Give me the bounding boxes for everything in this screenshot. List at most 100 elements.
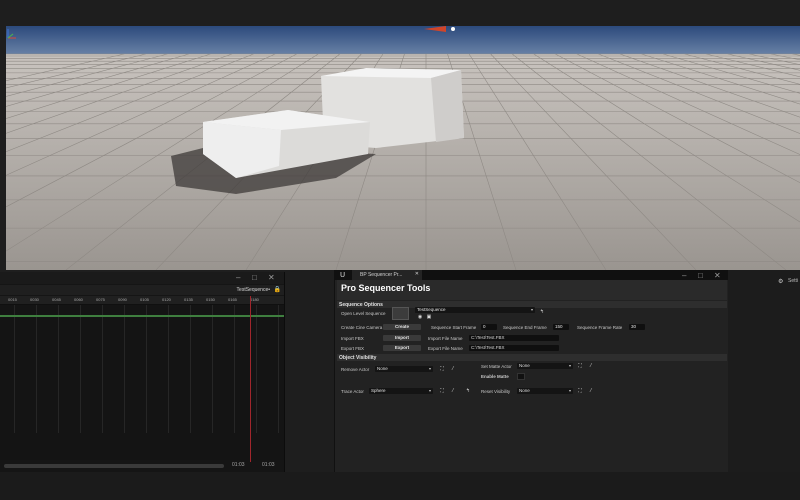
import-fbx-label: Import FBX [341, 336, 364, 341]
create-button[interactable]: Create [383, 324, 421, 330]
timeline-grid-line [234, 305, 235, 433]
ruler-tick-label: 0030 [30, 297, 39, 302]
ruler-tick-label: 0165 [228, 297, 237, 302]
sky [6, 26, 800, 56]
dropdown-value: None [519, 363, 530, 368]
reset-arrow-icon[interactable]: ↰ [465, 388, 471, 394]
time-ruler[interactable]: 0015 0030 0045 0060 0075 0090 0105 0120 0135 0150… [0, 296, 284, 305]
current-time: 01:03 [232, 462, 245, 468]
dropdown-value: None [519, 388, 530, 393]
eyedropper-icon[interactable]: ⁄ [588, 363, 594, 369]
open-level-sequence-label: Open Level Sequence [341, 311, 386, 316]
ruler-tick-label: 0075 [96, 297, 105, 302]
reset-arrow-icon[interactable]: ↰ [539, 309, 545, 315]
close-icon[interactable]: ✕ [714, 271, 721, 280]
section-title: Object Visibility [339, 355, 377, 361]
chevron-down-icon: ▾ [530, 307, 533, 312]
minimize-icon[interactable]: – [682, 271, 686, 280]
large-box-side [431, 70, 464, 142]
select-actor-icon[interactable]: ⛶ [439, 388, 445, 394]
ruler-tick-label: 0150 [206, 297, 215, 302]
ruler-tick-label: 0060 [74, 297, 83, 302]
dropdown-value: TestSequence [417, 307, 446, 312]
import-button[interactable]: Import [383, 335, 421, 341]
ruler-tick-label: 0135 [184, 297, 193, 302]
maximize-icon[interactable]: □ [252, 273, 257, 282]
details-panel-strip: ⚙ Setti [728, 270, 800, 472]
eyedropper-icon[interactable]: ⁄ [450, 388, 456, 394]
enable-matte-checkbox[interactable] [517, 373, 525, 380]
ruler-tick-label: 0045 [52, 297, 61, 302]
level-sequence-thumbnail[interactable] [392, 307, 409, 320]
select-actor-icon[interactable]: ⛶ [577, 363, 583, 369]
maximize-icon[interactable]: □ [698, 271, 703, 280]
minimize-icon[interactable]: – [236, 273, 240, 282]
dropdown-value: Sphere [371, 388, 386, 393]
light-actor-icon[interactable] [451, 27, 455, 31]
gear-icon[interactable]: ⚙ [778, 278, 783, 285]
level-sequence-dropdown[interactable]: TestSequence ▾ [415, 307, 535, 313]
level-viewport[interactable] [6, 26, 800, 270]
export-file-name-input[interactable]: C:\Test\Test.FBX [469, 345, 559, 351]
eyedropper-icon[interactable]: ⁄ [588, 388, 594, 394]
set-matte-actor-dropdown[interactable]: None ▾ [517, 363, 573, 369]
ruler-tick-label: 0105 [140, 297, 149, 302]
end-frame-input[interactable]: 150 [553, 324, 569, 330]
pro-sequencer-tools-panel: Pro Sequencer Tools Sequence Options Ope… [334, 280, 729, 472]
timeline-grid-line [256, 305, 257, 433]
ruler-tick-label: 0180 [250, 297, 259, 302]
timeline-grid-line [102, 305, 103, 433]
trace-actor-label: Trace Actor [341, 389, 364, 394]
timeline-grid-line [168, 305, 169, 433]
export-button[interactable]: Export [383, 345, 421, 351]
import-file-name-input[interactable]: C:\Test\Test.FBX [469, 335, 559, 341]
track-area[interactable] [0, 305, 284, 460]
object-visibility-header[interactable]: Object Visibility [337, 354, 727, 361]
lock-icon[interactable]: 🔒 [274, 286, 281, 293]
select-actor-icon[interactable]: ⛶ [439, 366, 445, 372]
frame-rate-input[interactable]: 30 [629, 324, 645, 330]
timeline-grid-line [212, 305, 213, 433]
bottom-bar [0, 472, 800, 500]
timeline-header: TestSequence• 🔒 [0, 285, 284, 295]
panel-title: Pro Sequencer Tools [337, 280, 727, 300]
tab-bp-sequencer[interactable]: BP Sequencer Pr... ✕ [352, 270, 422, 280]
ruler-tick-label: 0120 [162, 297, 171, 302]
tab-label: BP Sequencer Pr... [360, 272, 403, 278]
chevron-down-icon: ▾ [428, 388, 431, 393]
start-frame-input[interactable]: 0 [481, 324, 497, 330]
unreal-logo-icon: ᑌ [340, 272, 346, 279]
timeline-grid-line [190, 305, 191, 433]
export-fbx-label: Export FBX [341, 346, 365, 351]
eyedropper-icon[interactable]: ⁄ [450, 366, 456, 372]
tool-tabbar: ᑌ BP Sequencer Pr... ✕ – □ ✕ [334, 270, 728, 280]
end-time: 01:03 [262, 462, 275, 468]
sequence-name[interactable]: TestSequence• [237, 287, 270, 293]
reset-visibility-dropdown[interactable]: None ▾ [517, 388, 573, 394]
section-bar[interactable] [0, 315, 284, 317]
tab-settings[interactable]: Setti [788, 278, 798, 284]
tab-close-icon[interactable]: ✕ [415, 271, 419, 277]
set-matte-actor-label: Set Matte Actor [481, 364, 512, 369]
ruler-tick-label: 0015 [8, 297, 17, 302]
remove-actor-dropdown[interactable]: None ▾ [375, 366, 433, 372]
trace-actor-dropdown[interactable]: Sphere ▾ [369, 388, 433, 394]
timeline-scrollbar[interactable] [4, 464, 224, 468]
playhead[interactable] [250, 296, 251, 462]
timeline-grid-line [146, 305, 147, 433]
timeline-grid-line [14, 305, 15, 433]
remove-actor-label: Remove Actor [341, 367, 370, 372]
sequencer-timeline[interactable]: – □ ✕ TestSequence• 🔒 0015 0030 0045 0060 00… [0, 272, 285, 472]
create-cine-camera-label: Create Cine Camera [341, 325, 383, 330]
browse-icon[interactable]: ◉ [417, 314, 423, 320]
timeline-titlebar: – □ ✕ [0, 272, 284, 284]
chevron-down-icon: ▾ [568, 363, 571, 368]
close-icon[interactable]: ✕ [268, 273, 275, 282]
select-actor-icon[interactable]: ⛶ [577, 388, 583, 394]
section-title: Sequence Options [339, 302, 383, 308]
use-selected-icon[interactable]: ▣ [426, 314, 432, 320]
frame-rate-label: Sequence Frame Rate [577, 325, 623, 330]
chevron-down-icon: ▾ [428, 366, 431, 371]
end-frame-label: Sequence End Frame [503, 325, 547, 330]
reset-visibility-label: Reset Visibility [481, 389, 511, 394]
